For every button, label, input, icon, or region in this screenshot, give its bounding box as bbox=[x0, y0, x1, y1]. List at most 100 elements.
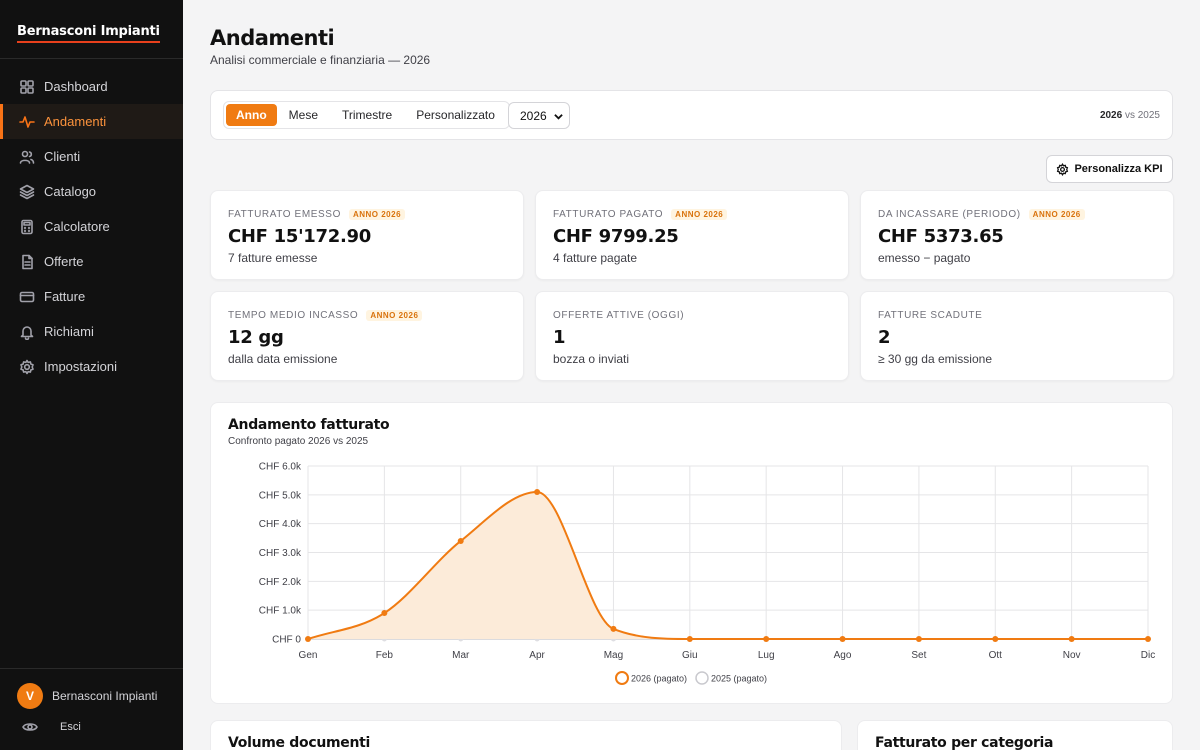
kpi-value: 2 bbox=[878, 327, 891, 348]
x-tick-label: Nov bbox=[1063, 650, 1081, 661]
file-icon bbox=[19, 254, 35, 270]
kpi-label: Fatture scadute bbox=[878, 310, 983, 321]
year-select-value: 2026 bbox=[520, 108, 547, 123]
revenue-line-chart: CHF 0 CHF 1.0k CHF 2.0k CHF 3.0k CHF 4.0k CHF… bbox=[259, 462, 1155, 685]
sidebar-item-dashboard[interactable]: Dashboard bbox=[0, 69, 183, 104]
data-point-2026 bbox=[305, 636, 311, 642]
kpi-value: CHF 5373.65 bbox=[878, 226, 1004, 247]
period-personalizzato-button[interactable]: Personalizzato bbox=[404, 104, 507, 126]
activity-icon bbox=[19, 114, 35, 130]
x-tick-label: Feb bbox=[376, 650, 394, 661]
kpi-card-fatture-scadute: Fatture scadute 2 ≥ 30 gg da emissione bbox=[860, 291, 1174, 381]
main-content: Andamenti Analisi commerciale e finanzia… bbox=[183, 0, 1200, 750]
filter-bar: Anno Mese Trimestre Personalizzato 2026 … bbox=[210, 90, 1173, 140]
customize-kpi-button[interactable]: Personalizza KPI bbox=[1046, 155, 1173, 183]
period-segmented-control: Anno Mese Trimestre Personalizzato bbox=[223, 101, 510, 129]
user-name: Bernasconi Impianti bbox=[52, 689, 158, 703]
gear-icon bbox=[19, 359, 35, 375]
kpi-card-fatturato-emesso: Fatturato emesso ANNO 2026 CHF 15'172.90 … bbox=[210, 190, 524, 280]
x-tick-label: Ago bbox=[834, 650, 852, 661]
period-mese-button[interactable]: Mese bbox=[277, 104, 330, 126]
kpi-note: ≥ 30 gg da emissione bbox=[878, 352, 992, 366]
period-badge: ANNO 2026 bbox=[671, 209, 728, 220]
card-title: Fatturato per categoria bbox=[875, 735, 1054, 750]
sidebar: Bernasconi Impianti Dashboard Andamenti … bbox=[0, 0, 183, 750]
bell-icon bbox=[19, 324, 35, 340]
kpi-note: 7 fatture emesse bbox=[228, 251, 318, 265]
gear-icon bbox=[1057, 162, 1069, 176]
data-point-2026 bbox=[381, 610, 388, 617]
year-select[interactable]: 2026 bbox=[508, 102, 570, 129]
data-point-2026 bbox=[915, 636, 922, 642]
x-tick-label: Apr bbox=[529, 650, 545, 661]
kpi-card-offerte-attive: Offerte attive (oggi) 1 bozza o inviati bbox=[535, 291, 849, 381]
data-point-2026 bbox=[686, 636, 693, 642]
comparison-label: 2026 vs 2025 bbox=[1100, 110, 1160, 121]
brand: Bernasconi Impianti bbox=[0, 0, 183, 59]
period-badge: ANNO 2026 bbox=[348, 209, 406, 220]
sidebar-item-richiami[interactable]: Richiami bbox=[0, 314, 183, 349]
sidebar-item-andamenti[interactable]: Andamenti bbox=[0, 104, 183, 139]
sidebar-item-label: Impostazioni bbox=[44, 359, 117, 374]
avatar: V bbox=[17, 683, 43, 709]
kpi-label: Fatturato emesso bbox=[228, 209, 341, 220]
period-trimestre-button[interactable]: Trimestre bbox=[330, 104, 404, 126]
data-point-2026 bbox=[763, 636, 770, 642]
y-tick-label: CHF 4.0k bbox=[259, 519, 302, 530]
data-point-2026 bbox=[992, 636, 999, 642]
kpi-label: Fatturato pagato bbox=[553, 209, 664, 220]
dashboard-icon bbox=[19, 79, 35, 95]
sidebar-item-catalogo[interactable]: Catalogo bbox=[0, 174, 183, 209]
period-badge: ANNO 2026 bbox=[366, 310, 423, 321]
kpi-label: Tempo medio incasso bbox=[228, 310, 359, 321]
data-point-2026 bbox=[839, 636, 846, 642]
data-point-2026 bbox=[1068, 636, 1075, 642]
revenue-by-category-card: Fatturato per categoria bbox=[857, 720, 1173, 750]
y-tick-label: CHF 6.0k bbox=[259, 462, 302, 473]
sidebar-item-label: Catalogo bbox=[44, 184, 97, 199]
sidebar-nav: Dashboard Andamenti Clienti Catalogo Cal… bbox=[0, 59, 183, 384]
page-subtitle: Analisi commerciale e finanziaria — 2026 bbox=[210, 53, 431, 67]
kpi-value: CHF 9799.25 bbox=[553, 226, 679, 247]
legend-label-2025: 2025 (pagato) bbox=[711, 674, 767, 684]
compare-word: vs bbox=[1124, 110, 1135, 121]
kpi-label: Da incassare (periodo) bbox=[878, 209, 1021, 220]
credit-card-icon bbox=[19, 289, 35, 305]
kpi-value: 12 gg bbox=[228, 327, 284, 348]
customize-kpi-label: Personalizza KPI bbox=[1074, 163, 1163, 175]
x-tick-label: Lug bbox=[758, 650, 775, 661]
kpi-card-fatturato-pagato: Fatturato pagato ANNO 2026 CHF 9799.25 4 … bbox=[535, 190, 849, 280]
sidebar-item-fatture[interactable]: Fatture bbox=[0, 279, 183, 314]
chevron-down-icon bbox=[554, 114, 563, 120]
legend-label-2026: 2026 (pagato) bbox=[631, 674, 687, 684]
sidebar-item-label: Clienti bbox=[44, 149, 81, 164]
x-tick-label: Set bbox=[911, 650, 926, 661]
period-anno-button[interactable]: Anno bbox=[226, 104, 277, 126]
x-tick-label: Gen bbox=[299, 650, 318, 661]
sidebar-item-label: Offerte bbox=[44, 254, 84, 269]
y-tick-label: CHF 5.0k bbox=[259, 490, 302, 501]
kpi-label: Offerte attive (oggi) bbox=[553, 310, 685, 321]
page-title: Andamenti bbox=[210, 26, 335, 50]
x-tick-label: Mar bbox=[452, 650, 470, 661]
x-tick-label: Dic bbox=[1141, 650, 1155, 661]
user-profile[interactable]: V Bernasconi Impianti bbox=[17, 683, 157, 709]
sidebar-item-label: Calcolatore bbox=[44, 219, 110, 234]
y-tick-label: CHF 1.0k bbox=[259, 606, 302, 617]
data-point-2026 bbox=[457, 537, 464, 544]
layers-icon bbox=[19, 184, 35, 200]
sidebar-footer: V Bernasconi Impianti Esci bbox=[0, 668, 183, 750]
kpi-note: bozza o inviati bbox=[553, 352, 630, 366]
x-tick-label: Mag bbox=[604, 650, 623, 661]
sidebar-item-calcolatore[interactable]: Calcolatore bbox=[0, 209, 183, 244]
sidebar-item-label: Dashboard bbox=[44, 79, 108, 94]
sidebar-item-clienti[interactable]: Clienti bbox=[0, 139, 183, 174]
users-icon bbox=[19, 149, 35, 165]
logout-button[interactable]: Esci bbox=[22, 719, 81, 735]
brand-name[interactable]: Bernasconi Impianti bbox=[17, 24, 160, 43]
sidebar-item-impostazioni[interactable]: Impostazioni bbox=[0, 349, 183, 384]
sidebar-item-offerte[interactable]: Offerte bbox=[0, 244, 183, 279]
volume-documents-card: Volume documenti bbox=[210, 720, 842, 750]
compare-previous-year: 2025 bbox=[1137, 110, 1160, 121]
calculator-icon bbox=[19, 219, 35, 235]
